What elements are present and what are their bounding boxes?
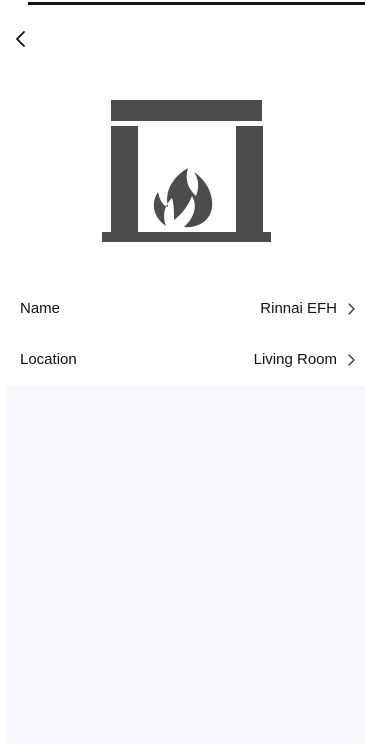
- location-value: Living Room: [253, 351, 337, 368]
- location-setting-row[interactable]: Location Living Room: [0, 334, 365, 385]
- device-settings-list: Name Rinnai EFH Location Living Room: [0, 283, 365, 385]
- fireplace-icon: [102, 100, 271, 242]
- chevron-right-icon: [345, 353, 357, 367]
- empty-content-area: [6, 386, 365, 744]
- back-button[interactable]: [8, 28, 34, 54]
- top-divider: [28, 2, 365, 5]
- name-label: Name: [20, 300, 61, 317]
- name-setting-row[interactable]: Name Rinnai EFH: [0, 283, 365, 334]
- chevron-right-icon: [345, 302, 357, 316]
- device-image: [94, 80, 278, 262]
- chevron-left-icon: [14, 29, 28, 54]
- name-value: Rinnai EFH: [260, 300, 337, 317]
- location-label: Location: [20, 351, 77, 368]
